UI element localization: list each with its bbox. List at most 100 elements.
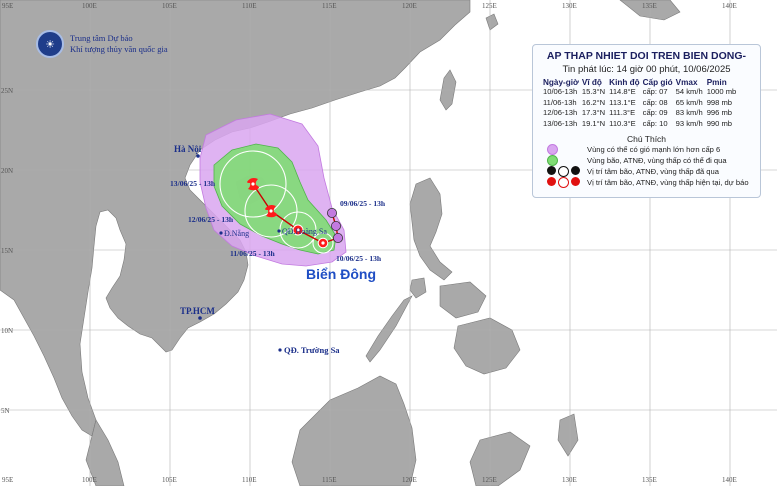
bulletin-issued: Tin phát lúc: 14 giờ 00 phút, 10/06/2025 — [562, 64, 731, 75]
legend-item-storm-area: Vùng bão, ATNĐ, vùng thấp có thể đi qua — [547, 155, 760, 166]
cell: cấp: 07 — [642, 87, 668, 96]
forecast-table: Ngày-giờ Vĩ độ Kinh độ Cấp gió Vmax Pmin… — [543, 78, 740, 129]
cell: 11/06-13h — [543, 97, 577, 107]
longitude-label: 115E — [322, 476, 337, 484]
cell: cấp: 08 — [642, 97, 668, 107]
cell: cấp: 09 — [642, 108, 668, 117]
col-header: Vĩ độ — [581, 78, 602, 87]
cell: 996 mb — [706, 108, 733, 117]
col-header: Ngày-giờ — [543, 78, 579, 87]
latitude-label: 20N — [1, 167, 13, 175]
past-position-icon — [330, 220, 341, 231]
longitude-label: 120E — [402, 476, 417, 484]
longitude-label: 125E — [482, 2, 497, 10]
cell: 1000 mb — [706, 87, 737, 96]
island-dot-icon — [277, 229, 281, 233]
label-truongsa: QĐ. Trường Sa — [284, 345, 340, 355]
cell: 110.3°E — [609, 118, 636, 128]
label-hanoi: Hà Nội — [174, 144, 202, 154]
city-dot-icon — [196, 154, 200, 158]
forecast-storm-icon — [547, 177, 556, 186]
cell: 12/06-13h — [543, 108, 578, 117]
table-row: 10/06-13h 15.3°N 114.8°E cấp: 07 54 km/h… — [543, 87, 740, 98]
table-row: 11/06-13h 16.2°N 113.1°E cấp: 08 65 km/h… — [543, 98, 740, 109]
legend-label: Vị trí tâm bão, ATNĐ, vùng thấp đã qua — [587, 167, 719, 176]
legend-item-wind: Vùng có thể có gió mạnh lớn hơn cấp 6 — [547, 144, 760, 155]
cell: 113.1°E — [609, 97, 636, 107]
longitude-label: 120E — [402, 2, 417, 10]
city-dot-icon — [219, 231, 223, 235]
longitude-label: 95E — [2, 2, 13, 10]
cell: 13/06-13h — [543, 118, 578, 128]
past-low-icon — [571, 166, 580, 175]
track-label-1306: 13/06/25 - 13h — [170, 179, 216, 188]
table-row: 13/06-13h 19.1°N 110.3°E cấp: 10 93 km/h… — [543, 119, 740, 130]
track-label-1206: 12/06/25 - 13h — [188, 215, 234, 224]
latitude-label: 25N — [1, 87, 13, 95]
cell: cấp: 10 — [642, 118, 668, 128]
longitude-label: 140E — [722, 2, 737, 10]
cell: 114.8°E — [609, 87, 636, 96]
label-danang: Đ.Nẵng — [224, 229, 249, 238]
latitude-label: 10N — [1, 327, 13, 335]
legend-label: Vùng có thể có gió mạnh lớn hơn cấp 6 — [587, 145, 721, 154]
table-header-row: Ngày-giờ Vĩ độ Kinh độ Cấp gió Vmax Pmin — [543, 78, 740, 87]
cell: 111.3°E — [609, 108, 636, 117]
longitude-label: 105E — [162, 476, 177, 484]
legend-label: Vị trí tâm bão, ATNĐ, vùng thấp hiện tại… — [587, 178, 749, 187]
longitude-label: 140E — [722, 476, 737, 484]
forecast-depression-icon — [558, 177, 569, 188]
longitude-label: 130E — [562, 2, 577, 10]
cell: 17.3°N — [581, 108, 606, 117]
label-hcm: TP.HCM — [180, 306, 215, 316]
past-position-icon — [332, 232, 343, 243]
island-dot-icon — [278, 348, 282, 352]
longitude-label: 125E — [482, 476, 497, 484]
cell: 16.2°N — [581, 97, 606, 107]
cell: 19.1°N — [581, 118, 606, 128]
purple-area-icon — [547, 144, 558, 155]
forecast-low-icon — [571, 177, 580, 186]
track-label-1006: 10/06/25 - 13h — [336, 254, 382, 263]
past-storm-icon — [547, 166, 556, 175]
storm-symbol-icon — [317, 237, 329, 249]
longitude-label: 135E — [642, 2, 657, 10]
cell: 83 km/h — [675, 108, 703, 117]
track-label-0906: 09/06/25 - 13h — [340, 199, 386, 208]
track-label-1106: 11/06/25 - 13h — [230, 249, 276, 258]
bulletin-panel: AP THAP NHIET DOI TREN BIEN DONG- Tin ph… — [532, 44, 761, 198]
longitude-label: 110E — [242, 2, 257, 10]
org-line-1: Trung tâm Dự báo — [70, 33, 133, 43]
longitude-label: 110E — [242, 476, 257, 484]
cell: 15.3°N — [581, 87, 606, 96]
agency-logo-icon: ☀ — [36, 30, 64, 58]
legend-label: Vùng bão, ATNĐ, vùng thấp có thể đi qua — [587, 156, 727, 165]
cell: 998 mb — [706, 97, 733, 107]
legend-item-forecast: Vị trí tâm bão, ATNĐ, vùng thấp hiện tại… — [547, 177, 760, 188]
col-header: Vmax — [675, 78, 698, 87]
legend-title: Chú Thích — [626, 134, 667, 144]
label-hoangsa: QĐ.Hoàng Sa — [282, 227, 327, 236]
longitude-label: 135E — [642, 476, 657, 484]
organization-header: ☀ Trung tâm Dự báo Khí tượng thủy văn qu… — [36, 30, 168, 58]
longitude-label: 130E — [562, 476, 577, 484]
latitude-label: 15N — [1, 247, 13, 255]
org-line-2: Khí tượng thủy văn quốc gia — [70, 44, 168, 54]
bulletin-title: AP THAP NHIET DOI TREN BIEN DONG- — [546, 50, 747, 62]
cell: 93 km/h — [675, 118, 703, 128]
past-depression-icon — [558, 166, 569, 177]
cell: 10/06-13h — [543, 87, 578, 96]
past-position-icon — [326, 207, 337, 218]
cell: 990 mb — [706, 118, 733, 128]
longitude-label: 115E — [322, 2, 337, 10]
city-dot-icon — [198, 316, 202, 320]
col-header: Cấp gió — [642, 78, 673, 87]
longitude-label: 100E — [82, 476, 97, 484]
col-header: Pmin — [706, 78, 727, 87]
green-area-icon — [547, 155, 558, 166]
longitude-label: 105E — [162, 2, 177, 10]
longitude-label: 100E — [82, 2, 97, 10]
table-row: 12/06-13h 17.3°N 111.3°E cấp: 09 83 km/h… — [543, 108, 740, 119]
legend-item-past: Vị trí tâm bão, ATNĐ, vùng thấp đã qua — [547, 166, 760, 177]
cell: 54 km/h — [675, 87, 703, 96]
